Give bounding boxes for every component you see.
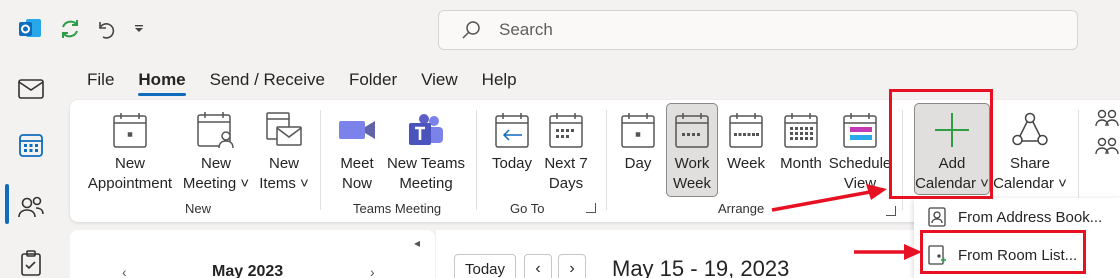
schedule-view-icon xyxy=(842,106,878,154)
ribbon-tabs: File Home Send / Receive Folder View Hel… xyxy=(75,64,529,96)
outlook-logo-icon xyxy=(14,14,46,44)
highlight-room-list xyxy=(920,230,1086,274)
next-month-icon[interactable]: › xyxy=(370,264,375,278)
collapse-pane-icon[interactable]: ◂ xyxy=(414,236,420,250)
week-view-button[interactable]: Week xyxy=(722,106,770,198)
today-icon xyxy=(494,106,530,154)
people-icon[interactable] xyxy=(14,190,48,224)
calendar-icon xyxy=(112,106,148,154)
work-week-view-button[interactable]: Work Week xyxy=(666,103,718,197)
tasks-icon[interactable] xyxy=(14,246,48,278)
separator xyxy=(476,110,477,210)
day-view-button[interactable]: Day xyxy=(616,106,660,198)
group-goto-label: Go To xyxy=(510,201,545,216)
address-book-icon xyxy=(928,207,946,227)
new-teams-meeting-button[interactable]: New Teams Meeting xyxy=(386,106,466,198)
new-items-icon xyxy=(265,106,303,154)
month-icon xyxy=(783,106,819,154)
previous-week-button[interactable]: ‹ xyxy=(524,254,552,278)
group-new-label: New xyxy=(185,201,212,216)
share-calendar-button[interactable]: Share Calendar ˅ xyxy=(992,106,1068,198)
next-7-days-icon xyxy=(548,106,584,154)
tab-home[interactable]: Home xyxy=(126,64,197,96)
separator xyxy=(606,110,607,210)
next-7-days-button[interactable]: Next 7 Days xyxy=(540,106,592,198)
prev-month-icon[interactable]: ‹ xyxy=(122,264,127,278)
separator xyxy=(320,110,321,210)
work-week-icon xyxy=(674,106,710,154)
tab-help[interactable]: Help xyxy=(470,64,529,96)
highlight-add-calendar xyxy=(889,89,993,199)
tab-send-receive[interactable]: Send / Receive xyxy=(198,64,337,96)
new-meeting-button[interactable]: New Meeting ˅ xyxy=(180,106,252,198)
meet-now-button[interactable]: Meet Now xyxy=(328,106,386,198)
title-bar: Search xyxy=(0,0,1120,58)
left-nav xyxy=(0,58,62,278)
groups-icon[interactable] xyxy=(1094,108,1120,167)
undo-icon[interactable] xyxy=(90,14,120,44)
share-icon xyxy=(1012,106,1048,154)
new-appointment-button[interactable]: New Appointment xyxy=(84,106,176,198)
date-range-title: May 15 - 19, 2023 xyxy=(612,256,790,278)
arrow-to-add-calendar xyxy=(771,184,887,212)
teams-icon xyxy=(407,106,445,154)
group-teams-label: Teams Meeting xyxy=(353,201,442,216)
tab-view[interactable]: View xyxy=(409,64,470,96)
mini-month-title: May 2023 xyxy=(212,263,284,278)
new-items-button[interactable]: New Items ˅ xyxy=(256,106,312,198)
day-icon xyxy=(620,106,656,154)
customize-toolbar-icon[interactable] xyxy=(128,14,150,44)
search-icon xyxy=(462,21,480,39)
calendar-nav-icon[interactable] xyxy=(14,128,48,162)
week-icon xyxy=(728,106,764,154)
search-box[interactable]: Search xyxy=(438,10,1078,50)
menu-item-from-address-book[interactable]: From Address Book... xyxy=(928,202,1102,232)
nav-selection-indicator xyxy=(5,184,9,224)
next-week-button[interactable]: › xyxy=(558,254,586,278)
arrow-to-room-list xyxy=(854,244,922,260)
video-camera-icon xyxy=(337,106,377,154)
go-to-today-button[interactable]: Today xyxy=(488,106,536,198)
sync-icon[interactable] xyxy=(55,14,85,44)
tab-folder[interactable]: Folder xyxy=(337,64,409,96)
dialog-launcher-icon[interactable] xyxy=(586,203,596,213)
today-button[interactable]: Today xyxy=(454,254,516,278)
mail-icon[interactable] xyxy=(14,72,48,106)
group-arrange-label: Arrange xyxy=(718,201,765,216)
tab-file[interactable]: File xyxy=(75,64,126,96)
search-placeholder: Search xyxy=(499,20,553,39)
mini-calendar-panel: ‹ May 2023 › ◂ xyxy=(70,230,435,278)
meeting-icon xyxy=(196,106,236,154)
separator xyxy=(1078,110,1079,210)
